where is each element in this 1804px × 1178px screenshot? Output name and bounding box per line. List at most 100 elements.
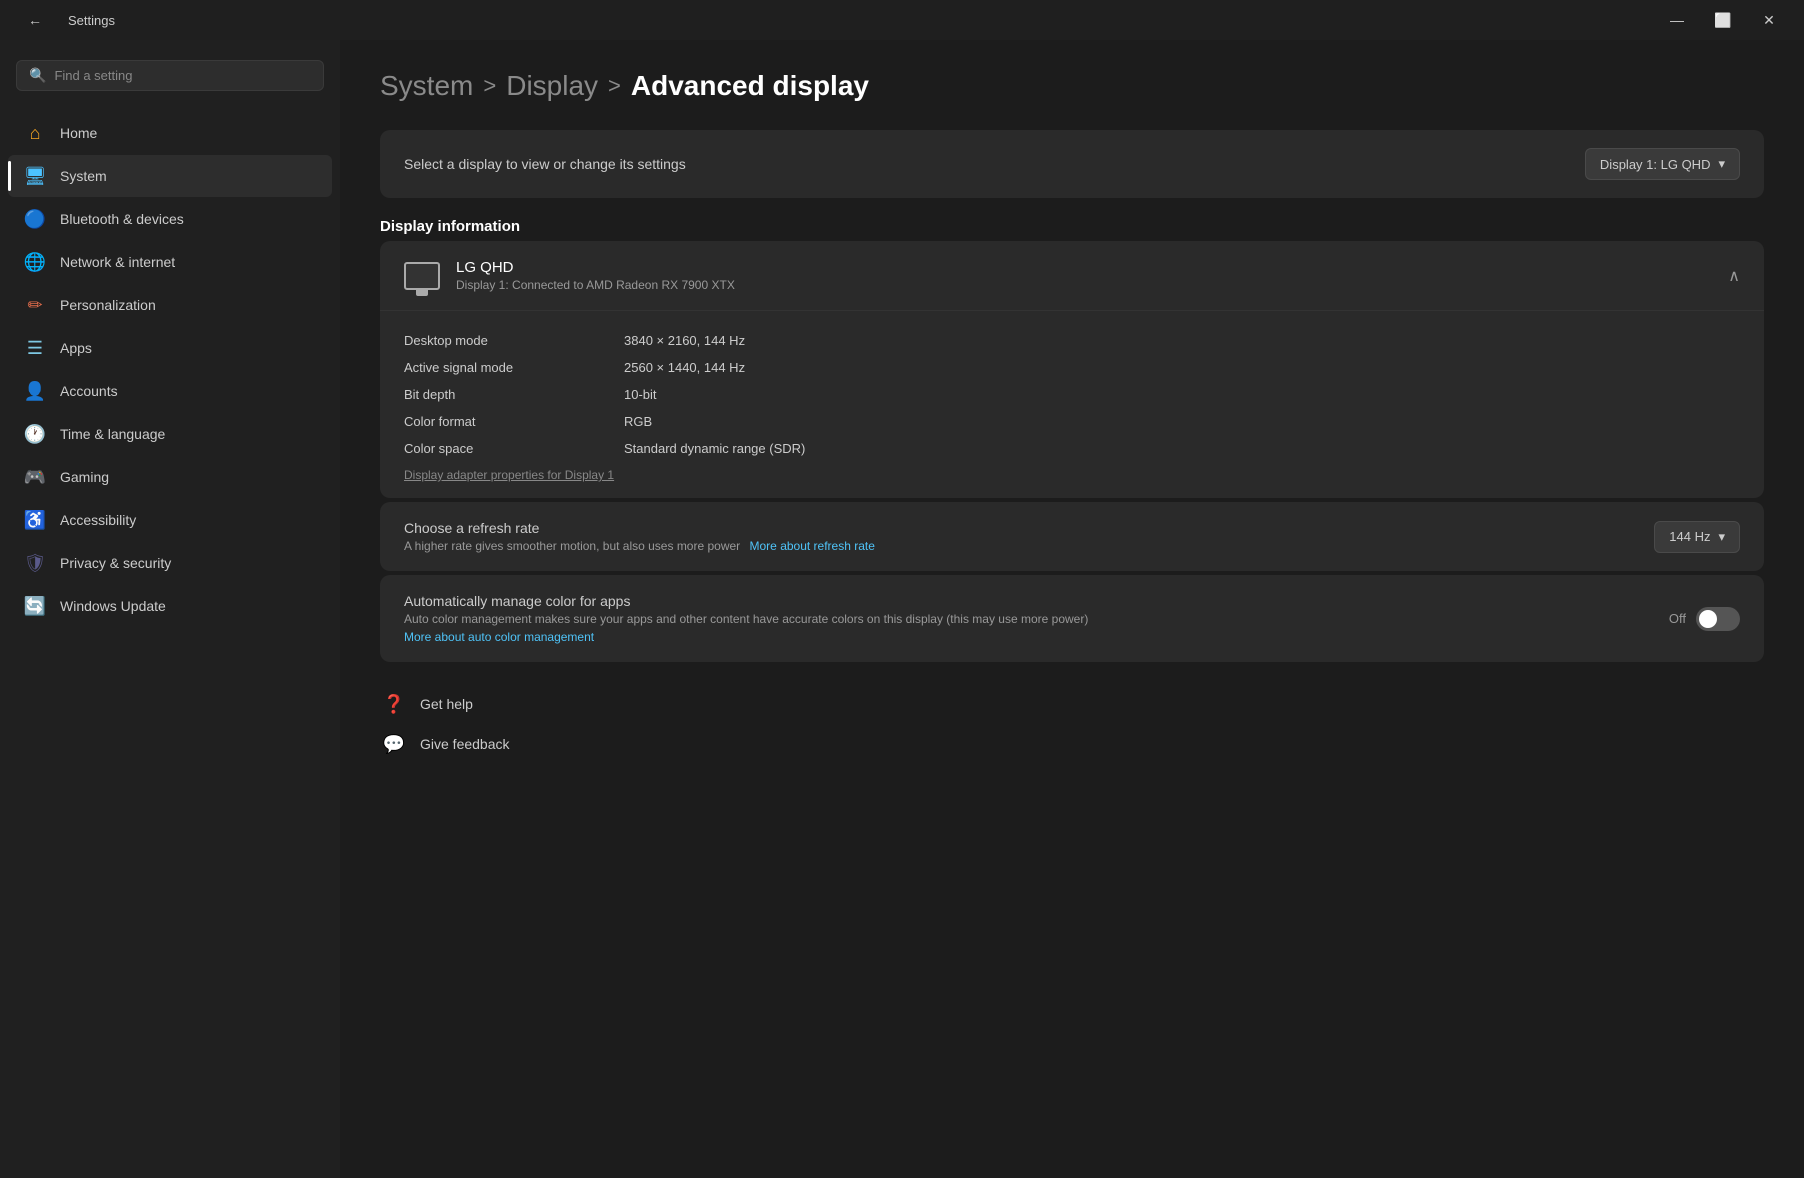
- get-help-icon: ❓: [380, 690, 408, 718]
- info-value: 2560 × 1440, 144 Hz: [624, 360, 745, 375]
- display-info-card: LG QHD Display 1: Connected to AMD Radeo…: [380, 241, 1764, 498]
- back-button[interactable]: ←: [12, 0, 58, 40]
- chevron-up-icon: ∧: [1728, 266, 1740, 286]
- sidebar-item-privacy[interactable]: 🛡 Privacy & security: [8, 542, 332, 584]
- info-label: Bit depth: [404, 387, 624, 402]
- refresh-rate-arrow: ▾: [1718, 529, 1725, 545]
- color-mgmt-link[interactable]: More about auto color management: [404, 630, 1088, 644]
- minimize-button[interactable]: —: [1654, 0, 1700, 40]
- display-info-header[interactable]: LG QHD Display 1: Connected to AMD Radeo…: [380, 241, 1764, 311]
- sidebar-label-network: Network & internet: [60, 254, 175, 270]
- info-row: Color space Standard dynamic range (SDR): [404, 435, 1740, 462]
- display-dropdown-value: Display 1: LG QHD: [1600, 157, 1711, 172]
- titlebar-left: ← Settings: [12, 0, 115, 40]
- sidebar-label-home: Home: [60, 125, 97, 141]
- sidebar-label-time: Time & language: [60, 426, 165, 442]
- sidebar-item-system[interactable]: 🖥 System: [8, 155, 332, 197]
- color-mgmt-card: Automatically manage color for apps Auto…: [380, 575, 1764, 662]
- breadcrumb-sep1: >: [483, 73, 496, 99]
- sidebar-label-accounts: Accounts: [60, 383, 118, 399]
- info-value: RGB: [624, 414, 652, 429]
- info-value: 3840 × 2160, 144 Hz: [624, 333, 745, 348]
- info-row: Color format RGB: [404, 408, 1740, 435]
- close-button[interactable]: ✕: [1746, 0, 1792, 40]
- info-rows: Desktop mode 3840 × 2160, 144 Hz Active …: [380, 311, 1764, 498]
- color-mgmt-label: Automatically manage color for apps: [404, 593, 1088, 609]
- sidebar-item-network[interactable]: 🌐 Network & internet: [8, 241, 332, 283]
- accessibility-icon: ♿: [24, 509, 46, 531]
- gaming-icon: 🎮: [24, 466, 46, 488]
- search-icon: 🔍: [29, 67, 46, 84]
- info-label: Active signal mode: [404, 360, 624, 375]
- sidebar-item-bluetooth[interactable]: 🔵 Bluetooth & devices: [8, 198, 332, 240]
- footer-link-give-feedback[interactable]: 💬 Give feedback: [380, 730, 1764, 758]
- time-icon: 🕐: [24, 423, 46, 445]
- display-info-section-title: Display information: [380, 218, 1764, 235]
- display-info-header-left: LG QHD Display 1: Connected to AMD Radeo…: [404, 259, 735, 292]
- breadcrumb-display: Display: [506, 70, 598, 102]
- refresh-label-block: Choose a refresh rate A higher rate give…: [404, 520, 875, 553]
- info-value: Standard dynamic range (SDR): [624, 441, 805, 456]
- color-mgmt-sub: Auto color management makes sure your ap…: [404, 612, 1088, 626]
- sidebar-label-personalization: Personalization: [60, 297, 156, 313]
- info-value: 10-bit: [624, 387, 657, 402]
- sidebar-item-apps[interactable]: ☰ Apps: [8, 327, 332, 369]
- display-dropdown[interactable]: Display 1: LG QHD ▾: [1585, 148, 1740, 180]
- maximize-button[interactable]: ⬜: [1700, 0, 1746, 40]
- display-info-text: LG QHD Display 1: Connected to AMD Radeo…: [456, 259, 735, 292]
- sidebar-label-apps: Apps: [60, 340, 92, 356]
- breadcrumb-sep2: >: [608, 73, 621, 99]
- sidebar: 🔍 ⌂ Home 🖥 System 🔵 Bluetooth & devices …: [0, 40, 340, 1178]
- info-row: Desktop mode 3840 × 2160, 144 Hz: [404, 327, 1740, 354]
- refresh-rate-value: 144 Hz: [1669, 529, 1710, 544]
- breadcrumb-advanced: Advanced display: [631, 70, 869, 102]
- color-mgmt-toggle[interactable]: [1696, 607, 1740, 631]
- sidebar-label-gaming: Gaming: [60, 469, 109, 485]
- sidebar-item-gaming[interactable]: 🎮 Gaming: [8, 456, 332, 498]
- color-mgmt-text: Automatically manage color for apps Auto…: [404, 593, 1088, 644]
- footer-link-label-give-feedback: Give feedback: [420, 736, 510, 752]
- titlebar-controls: — ⬜ ✕: [1654, 0, 1792, 40]
- sidebar-item-home[interactable]: ⌂ Home: [8, 112, 332, 154]
- accounts-icon: 👤: [24, 380, 46, 402]
- nav-list: ⌂ Home 🖥 System 🔵 Bluetooth & devices 🌐 …: [0, 111, 340, 628]
- adapter-properties-link[interactable]: Display adapter properties for Display 1: [404, 468, 1740, 482]
- sidebar-item-personalization[interactable]: ✏ Personalization: [8, 284, 332, 326]
- sidebar-item-accounts[interactable]: 👤 Accounts: [8, 370, 332, 412]
- sidebar-item-update[interactable]: 🔄 Windows Update: [8, 585, 332, 627]
- display-dropdown-arrow: ▾: [1718, 156, 1725, 172]
- breadcrumb: System > Display > Advanced display: [380, 70, 1764, 102]
- sidebar-label-bluetooth: Bluetooth & devices: [60, 211, 184, 227]
- info-row: Active signal mode 2560 × 1440, 144 Hz: [404, 354, 1740, 381]
- refresh-rate-dropdown[interactable]: 144 Hz ▾: [1654, 521, 1740, 553]
- footer-link-get-help[interactable]: ❓ Get help: [380, 690, 1764, 718]
- network-icon: 🌐: [24, 251, 46, 273]
- give-feedback-icon: 💬: [380, 730, 408, 758]
- select-display-row: Select a display to view or change its s…: [380, 130, 1764, 198]
- sidebar-item-time[interactable]: 🕐 Time & language: [8, 413, 332, 455]
- system-icon: 🖥: [24, 165, 46, 187]
- sidebar-label-system: System: [60, 168, 107, 184]
- sidebar-label-accessibility: Accessibility: [60, 512, 136, 528]
- breadcrumb-system: System: [380, 70, 473, 102]
- apps-icon: ☰: [24, 337, 46, 359]
- info-row: Bit depth 10-bit: [404, 381, 1740, 408]
- bluetooth-icon: 🔵: [24, 208, 46, 230]
- search-input[interactable]: [54, 68, 311, 83]
- info-label: Color format: [404, 414, 624, 429]
- search-bar[interactable]: 🔍: [16, 60, 324, 91]
- sidebar-item-accessibility[interactable]: ♿ Accessibility: [8, 499, 332, 541]
- titlebar-title: Settings: [68, 13, 115, 28]
- monitor-icon: [404, 262, 440, 290]
- toggle-thumb: [1699, 610, 1717, 628]
- info-label: Color space: [404, 441, 624, 456]
- footer-link-label-get-help: Get help: [420, 696, 473, 712]
- privacy-icon: 🛡: [24, 552, 46, 574]
- refresh-main-label: Choose a refresh rate: [404, 520, 875, 536]
- toggle-label: Off: [1669, 611, 1686, 626]
- personalization-icon: ✏: [24, 294, 46, 316]
- display-name: LG QHD: [456, 259, 735, 276]
- refresh-rate-link[interactable]: More about refresh rate: [750, 539, 875, 553]
- home-icon: ⌂: [24, 122, 46, 144]
- display-sub: Display 1: Connected to AMD Radeon RX 79…: [456, 278, 735, 292]
